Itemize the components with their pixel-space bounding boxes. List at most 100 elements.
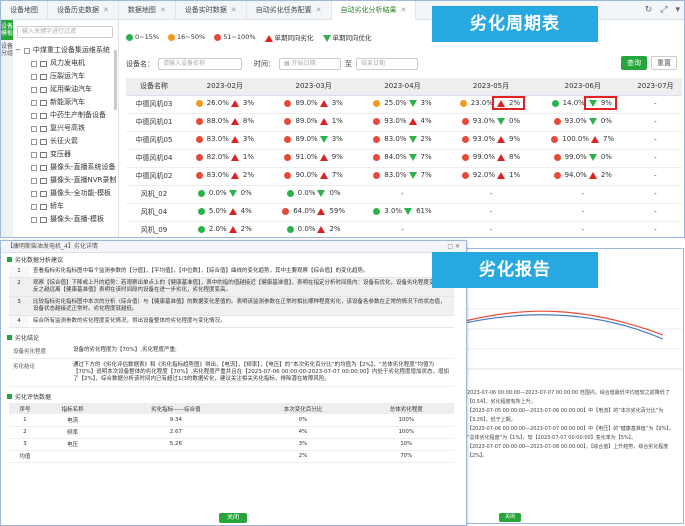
more-icon[interactable]: ▾: [675, 5, 680, 15]
degradation-cell[interactable]: -: [445, 185, 537, 204]
checkbox[interactable]: [31, 177, 37, 184]
close-icon[interactable]: ✕: [231, 1, 237, 20]
degradation-cell[interactable]: 90.0% 7%: [267, 167, 360, 186]
degradation-cell[interactable]: -: [536, 203, 629, 222]
degradation-cell[interactable]: -: [359, 185, 446, 204]
degradation-cell[interactable]: -: [628, 185, 682, 204]
tree-node[interactable]: 长征火箭: [15, 135, 119, 148]
degradation-cell[interactable]: 0.0% 0%: [182, 185, 268, 204]
checkbox[interactable]: [31, 125, 37, 132]
tree-node[interactable]: 新能源汽车: [15, 96, 119, 109]
degradation-cell[interactable]: 89.0% 3%: [267, 95, 360, 114]
table-row[interactable]: 风机_04 5.0% 4% 64.0% 59% 3.0% 61% - - -: [126, 203, 682, 222]
degradation-cell[interactable]: -: [628, 149, 682, 168]
table-row[interactable]: 风机_02 0.0% 0% 0.0% 0% - - - -: [126, 185, 682, 204]
degradation-cell[interactable]: 100.0% 7%: [536, 131, 629, 150]
degradation-cell[interactable]: 92.0% 1%: [445, 167, 537, 186]
refresh-icon[interactable]: ↻: [645, 5, 653, 15]
checkbox[interactable]: [31, 86, 37, 93]
degradation-cell[interactable]: 2.0% 2%: [182, 221, 268, 237]
degradation-cell[interactable]: -: [359, 221, 446, 237]
degradation-cell[interactable]: -: [628, 113, 682, 132]
table-row[interactable]: 中德风机05 83.0% 3% 89.0% 3% 83.0% 2% 93.0% 9% 10…: [126, 131, 682, 150]
tree-node[interactable]: 轿车: [15, 200, 119, 213]
checkbox[interactable]: [31, 99, 37, 106]
table-row[interactable]: 风机_09 2.0% 2% 0.0% 2% - - - -: [126, 221, 682, 237]
degradation-cell[interactable]: 23.0% 2%: [445, 95, 537, 114]
degradation-cell[interactable]: 89.0% 1%: [267, 113, 360, 132]
degradation-cell[interactable]: -: [628, 131, 682, 150]
reset-button[interactable]: 重置: [651, 56, 677, 70]
tree-scrollbar[interactable]: [114, 50, 117, 110]
close-icon[interactable]: ✕: [316, 1, 322, 20]
close-icon[interactable]: ✕: [455, 243, 460, 250]
degradation-cell[interactable]: 93.0% 0%: [536, 113, 629, 132]
close-icon[interactable]: ✕: [160, 1, 166, 20]
tree-node[interactable]: 压裂运汽车: [15, 70, 119, 83]
degradation-cell[interactable]: -: [445, 221, 537, 237]
tab-auto-task-config[interactable]: 自动劣化任务配置 ✕: [247, 1, 332, 20]
degradation-cell[interactable]: -: [628, 221, 682, 237]
tree-node[interactable]: 复兴号高铁: [15, 122, 119, 135]
degradation-cell[interactable]: 5.0% 4%: [182, 203, 268, 222]
degradation-cell[interactable]: 93.0% 0%: [445, 113, 537, 132]
degradation-cell[interactable]: 83.0% 7%: [359, 167, 446, 186]
report-close-button[interactable]: 关闭: [219, 513, 247, 523]
tree-node[interactable]: 摄像头-直播-模板: [15, 213, 119, 226]
collapse-icon[interactable]: −: [15, 44, 21, 57]
degradation-cell[interactable]: 93.0% 4%: [359, 113, 446, 132]
table-row[interactable]: 中德风机04 82.0% 1% 91.0% 9% 84.0% 7% 99.0% 8% 99…: [126, 149, 682, 168]
checkbox[interactable]: [31, 73, 37, 80]
degradation-cell[interactable]: 89.0% 3%: [267, 131, 360, 150]
degradation-cell[interactable]: 83.0% 2%: [182, 167, 268, 186]
degradation-cell[interactable]: 83.0% 3%: [182, 131, 268, 150]
checkbox[interactable]: [31, 60, 37, 67]
maximize-icon[interactable]: □: [447, 243, 453, 250]
degradation-cell[interactable]: 88.0% 8%: [182, 113, 268, 132]
checkbox[interactable]: [31, 190, 37, 197]
table-row[interactable]: 中德风机01 88.0% 8% 89.0% 1% 93.0% 4% 93.0% 0% 93…: [126, 113, 682, 132]
query-button[interactable]: 查询: [621, 56, 647, 70]
vtab-device-template[interactable]: 设备模板: [1, 20, 13, 40]
degradation-cell[interactable]: -: [628, 203, 682, 222]
degradation-cell[interactable]: 14.0% 9%: [536, 95, 629, 114]
checkbox[interactable]: [31, 164, 37, 171]
degradation-cell[interactable]: 99.0% 0%: [536, 149, 629, 168]
degradation-cell[interactable]: 91.0% 9%: [267, 149, 360, 168]
tree-node[interactable]: 风力发电机: [15, 57, 119, 70]
degradation-cell[interactable]: 93.0% 9%: [445, 131, 537, 150]
close-icon[interactable]: ✕: [401, 1, 407, 20]
tree-node[interactable]: 摄像头-直播系统设备: [15, 161, 119, 174]
degradation-cell[interactable]: 83.0% 2%: [359, 131, 446, 150]
degradation-cell[interactable]: 84.0% 7%: [359, 149, 446, 168]
degradation-cell[interactable]: 0.0% 2%: [267, 221, 360, 237]
tab-auto-analysis-result[interactable]: 自动劣化分析结果 ✕: [331, 1, 417, 20]
start-date-input[interactable]: ▦ 开始日期: [279, 58, 341, 70]
degradation-cell[interactable]: 25.0% 3%: [359, 95, 446, 114]
device-name-input[interactable]: 请输入设备名称: [158, 58, 242, 70]
tab-device-realtime[interactable]: 设备实时数据 ✕: [176, 1, 247, 20]
checkbox[interactable]: [31, 216, 37, 223]
tab-device-history[interactable]: 设备历史数据 ✕: [48, 1, 119, 20]
degradation-cell[interactable]: -: [536, 221, 629, 237]
checkbox[interactable]: [23, 47, 30, 54]
degradation-cell[interactable]: 26.0% 3%: [182, 95, 268, 114]
tree-search-input[interactable]: 输入关键字进行过滤: [17, 26, 113, 38]
table-row[interactable]: 中德风机03 26.0% 3% 89.0% 3% 25.0% 3% 23.0% 2% 14…: [126, 95, 682, 114]
tree-node[interactable]: 摄像头-直播NVR录制: [15, 174, 119, 187]
vtab-device-group[interactable]: 设备分组: [1, 40, 13, 60]
tree-node[interactable]: 延用柴油汽车: [15, 83, 119, 96]
checkbox[interactable]: [31, 203, 37, 210]
degradation-cell[interactable]: -: [536, 185, 629, 204]
checkbox[interactable]: [31, 112, 37, 119]
tab-device-map[interactable]: 设备地图: [1, 1, 48, 20]
tree-node[interactable]: 摄像头-全功能-模板: [15, 187, 119, 200]
tree-node[interactable]: 中药生产制备设备: [15, 109, 119, 122]
tree-node[interactable]: 变压器: [15, 148, 119, 161]
checkbox[interactable]: [31, 151, 37, 158]
degradation-cell[interactable]: -: [445, 203, 537, 222]
fullscreen-icon[interactable]: ⤢: [660, 5, 667, 15]
degradation-cell[interactable]: 82.0% 1%: [182, 149, 268, 168]
close-icon[interactable]: ✕: [103, 1, 109, 20]
degradation-cell[interactable]: 64.0% 59%: [267, 203, 360, 222]
